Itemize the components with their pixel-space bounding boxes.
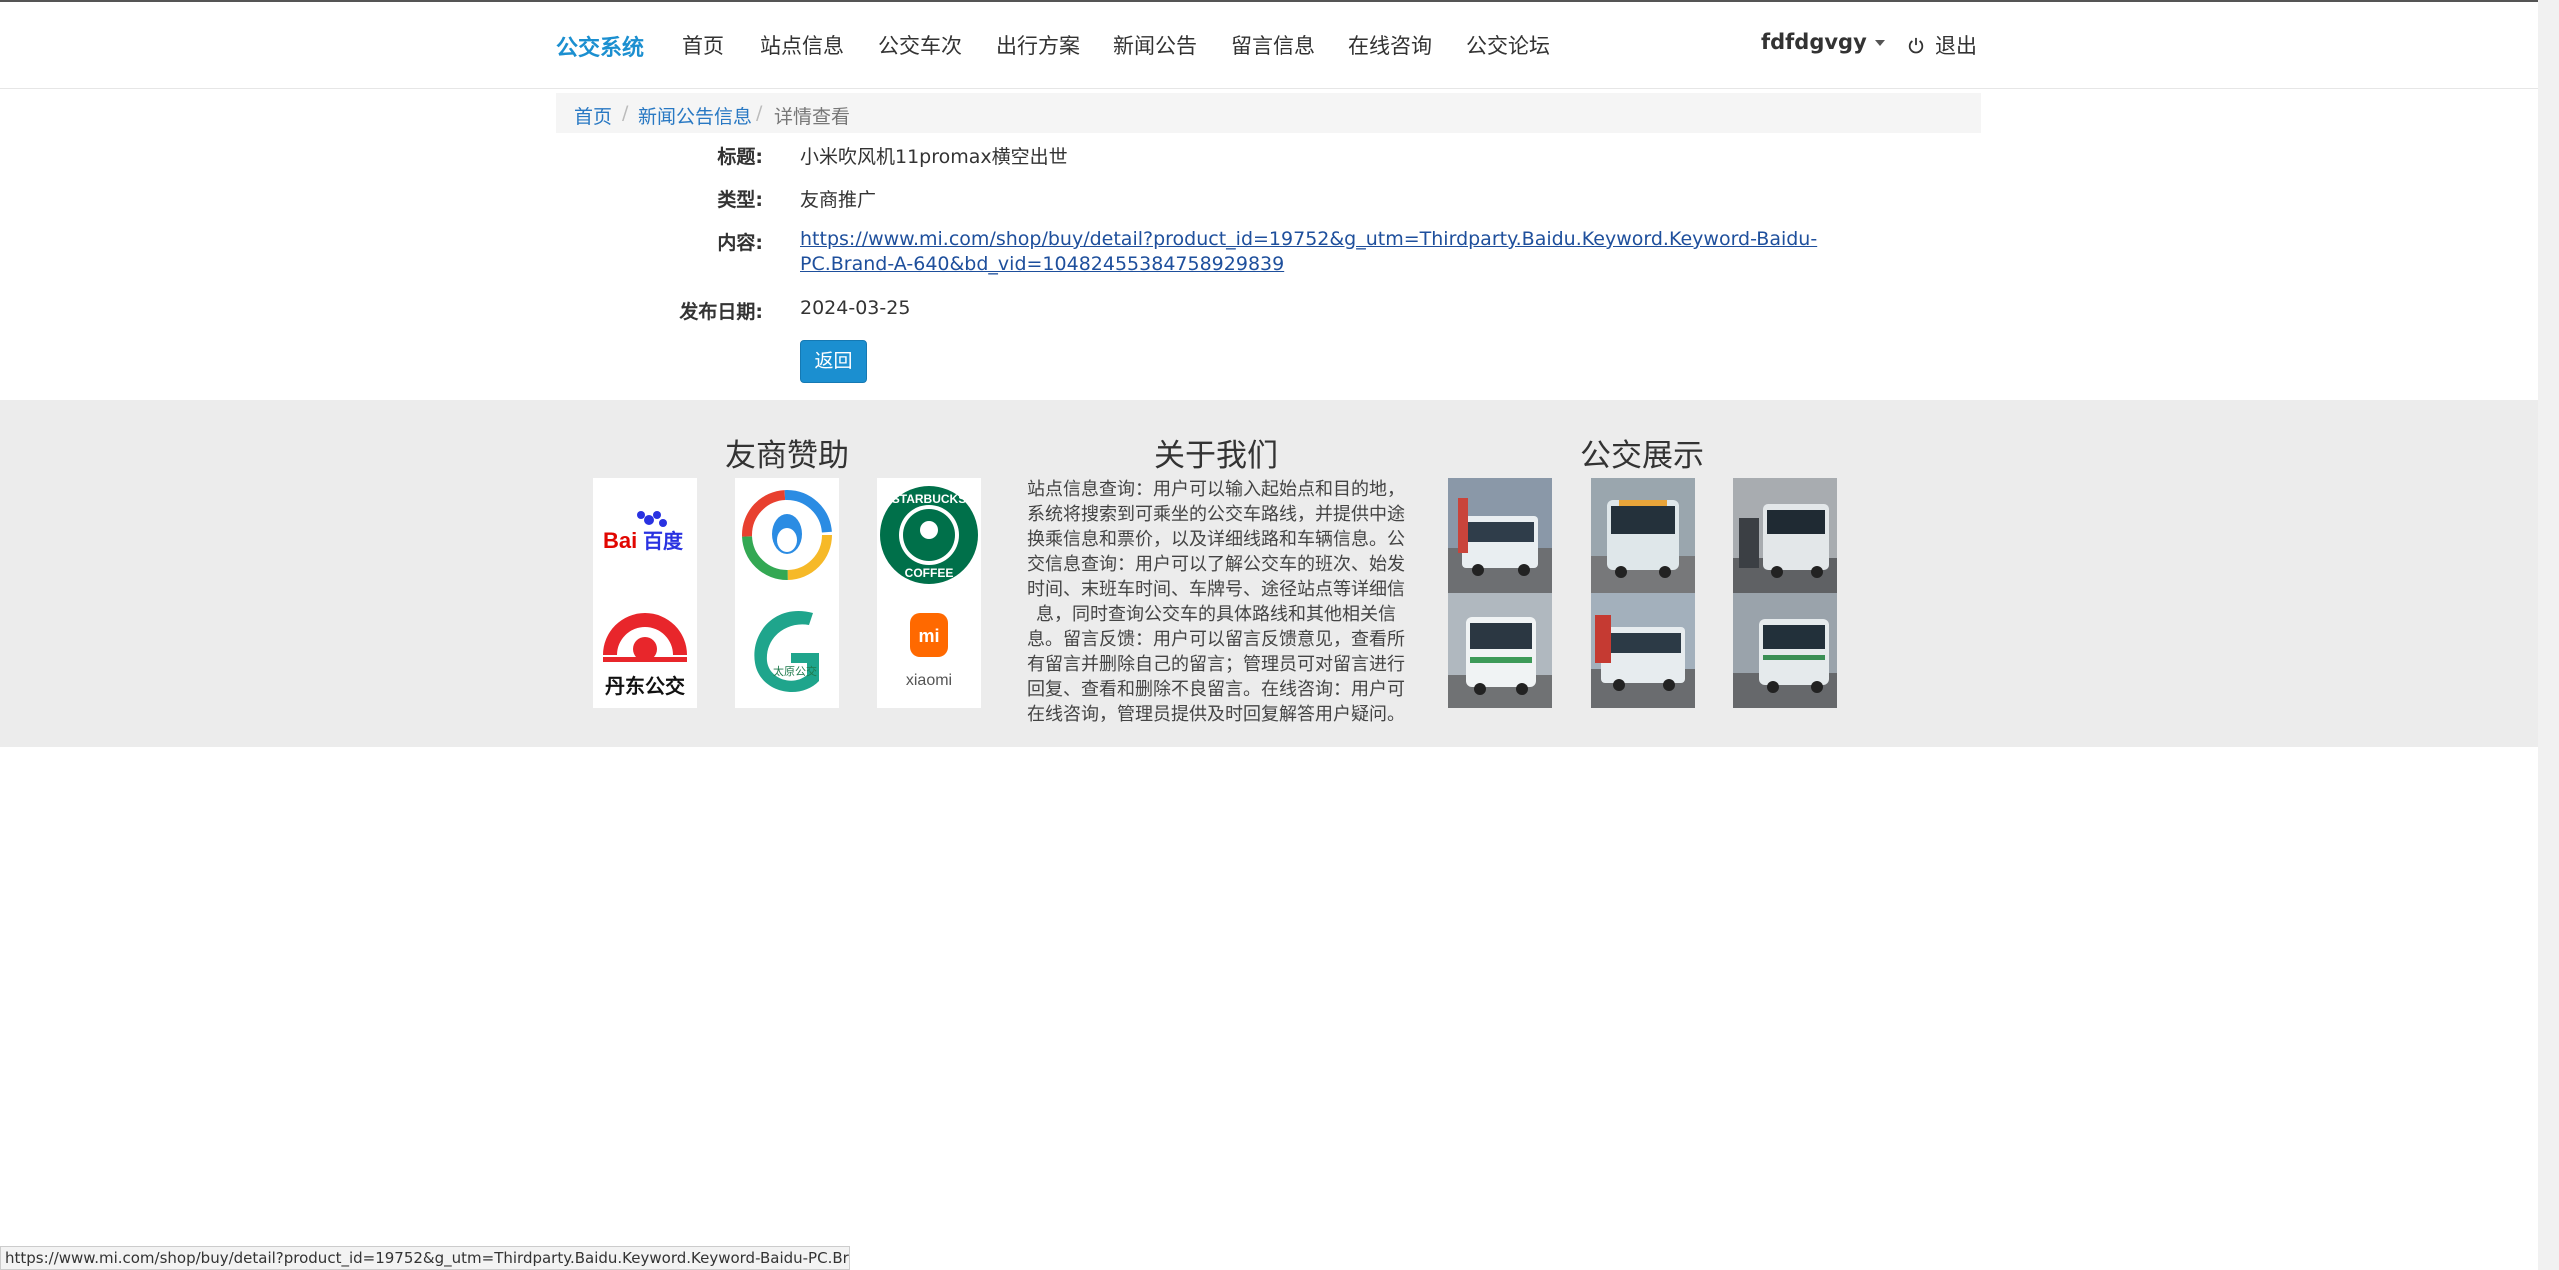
caret-down-icon (1874, 40, 1885, 46)
nav-item-forum[interactable]: 公交论坛 (1466, 30, 1550, 60)
svg-text:百度: 百度 (643, 529, 684, 553)
nav-item-bus-schedules[interactable]: 公交车次 (878, 30, 962, 60)
sponsors-title: 友商赞助 (725, 438, 849, 474)
breadcrumb-current: 详情查看 (774, 106, 851, 128)
bus-photo[interactable] (1448, 593, 1552, 708)
about-title: 关于我们 (1154, 438, 1278, 474)
nav-item-stations[interactable]: 站点信息 (760, 30, 844, 60)
date-label: 发布日期: (679, 301, 763, 323)
brand-logo-link[interactable]: 公交系统 (556, 30, 644, 62)
nav-item-news[interactable]: 新闻公告 (1113, 30, 1197, 60)
buses-title: 公交展示 (1580, 438, 1704, 474)
browser-status-bar: https://www.mi.com/shop/buy/detail?produ… (0, 1246, 850, 1270)
top-navbar: 公交系统 首页 站点信息 公交车次 出行方案 新闻公告 留言信息 在线咨询 公交… (0, 2, 2538, 89)
svg-text:mi: mi (918, 626, 939, 646)
nav-item-travel-plans[interactable]: 出行方案 (996, 30, 1080, 60)
taiyuan-bus-logo[interactable]: 太原公交 (735, 593, 839, 708)
breadcrumb-separator: / (622, 102, 629, 124)
breadcrumb: 首页 / 新闻公告信息 / 详情查看 (556, 93, 1981, 133)
type-value: 友商推广 (800, 189, 877, 211)
bus-photo[interactable] (1733, 593, 1837, 708)
nav-item-consult[interactable]: 在线咨询 (1348, 30, 1432, 60)
content-link[interactable]: https://www.mi.com/shop/buy/detail?produ… (800, 227, 1820, 277)
type-label: 类型: (717, 189, 763, 211)
breadcrumb-separator: / (756, 102, 763, 124)
title-value: 小米吹风机11promax横空出世 (800, 146, 1068, 168)
username: fdfdgvgy (1761, 30, 1867, 54)
date-value: 2024-03-25 (800, 297, 911, 319)
bus-photo[interactable] (1733, 478, 1837, 593)
svg-text:Bai: Bai (603, 528, 637, 553)
nav-item-messages[interactable]: 留言信息 (1231, 30, 1315, 60)
title-label: 标题: (717, 146, 763, 168)
dandong-bus-logo[interactable]: 丹东公交 (593, 593, 697, 708)
baidu-logo[interactable]: Bai 百度 (593, 478, 697, 593)
bus-photo[interactable] (1448, 478, 1552, 593)
logout-button[interactable]: 退出 (1907, 30, 1977, 60)
svg-text:太原公交: 太原公交 (773, 664, 817, 678)
xiaomi-logo[interactable]: mi xiaomi (877, 593, 981, 708)
svg-text:COFFEE: COFFEE (905, 566, 954, 580)
breadcrumb-news-list[interactable]: 新闻公告信息 (638, 102, 752, 129)
qq-logo[interactable] (735, 478, 839, 593)
back-button[interactable]: 返回 (800, 340, 867, 383)
nav-item-home[interactable]: 首页 (682, 30, 724, 60)
about-description: 站点信息查询：用户可以输入起始点和目的地，系统将搜索到可乘坐的公交车路线，并提供… (1027, 479, 1405, 725)
svg-text:STARBUCKS: STARBUCKS (892, 492, 966, 506)
content-label: 内容: (717, 232, 763, 254)
breadcrumb-home[interactable]: 首页 (574, 102, 612, 129)
logout-label: 退出 (1935, 34, 1977, 58)
bus-photo[interactable] (1591, 593, 1695, 708)
power-icon (1908, 37, 1924, 54)
starbucks-logo[interactable]: STARBUCKS COFFEE (877, 478, 981, 593)
svg-text:丹东公交: 丹东公交 (605, 674, 685, 698)
bus-photo[interactable] (1591, 478, 1695, 593)
vertical-scrollbar[interactable] (2538, 0, 2559, 1270)
user-menu-dropdown[interactable]: fdfdgvgy (1761, 30, 1885, 54)
svg-text:xiaomi: xiaomi (906, 672, 952, 689)
